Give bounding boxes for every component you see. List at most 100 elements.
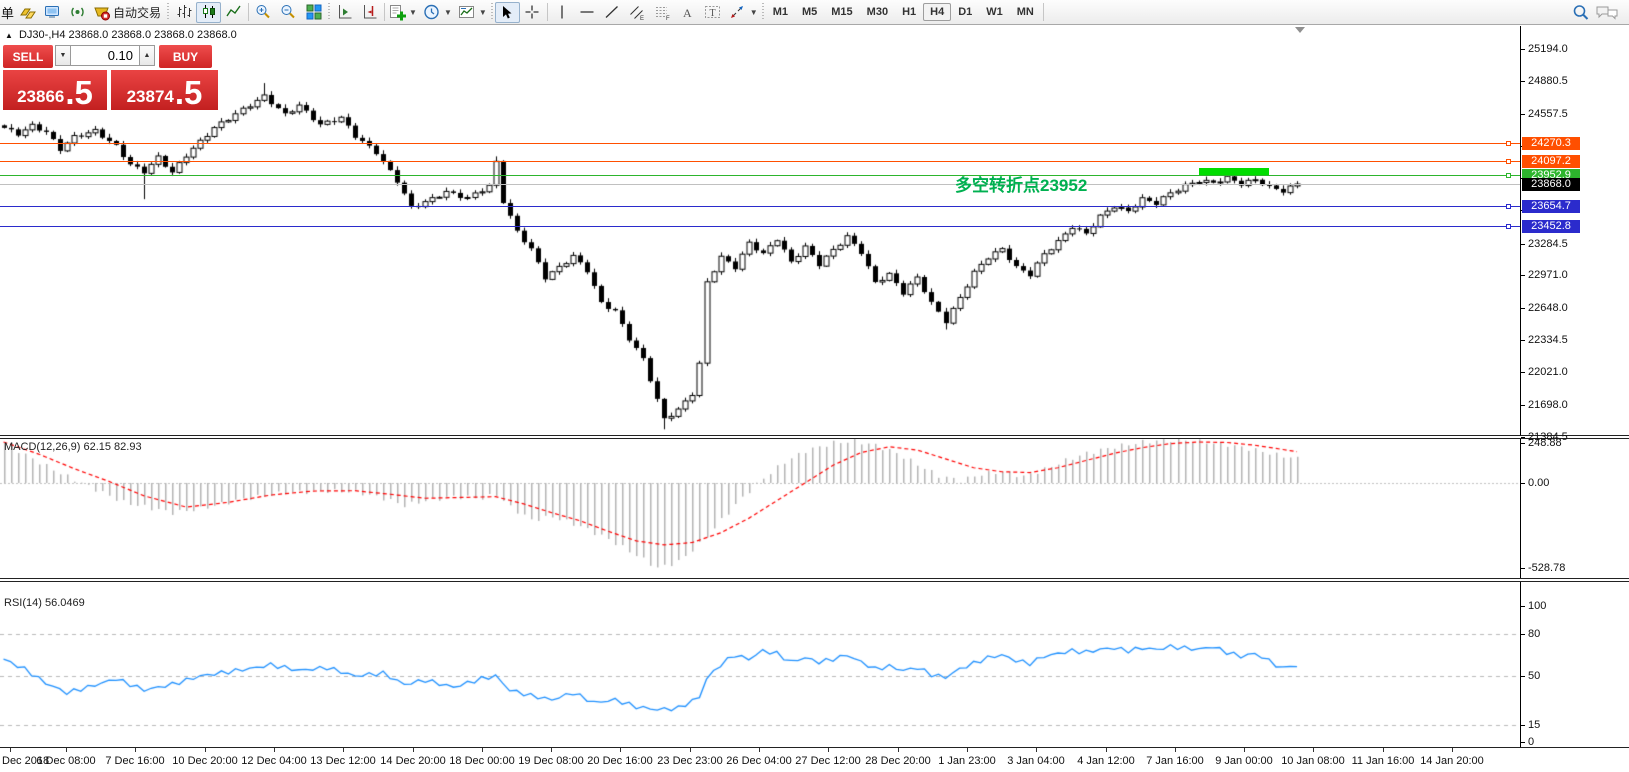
cursor-icon[interactable] [495,2,520,23]
date-axis-tick [690,748,691,752]
chat-icon[interactable] [1593,2,1621,23]
horizontal-line-icon[interactable] [575,2,600,23]
volume-input[interactable] [71,45,139,66]
date-axis-label: 1 Jan 23:00 [938,755,996,767]
tf-mn-button[interactable]: MN [1010,3,1041,21]
axis-tick-mark [1521,340,1525,341]
axis-tick-mark [1521,568,1525,569]
date-axis-tick [1244,748,1245,752]
tf-h1-button[interactable]: H1 [895,3,923,21]
date-axis-label: 19 Dec 08:00 [518,755,583,767]
horizontal-level-line[interactable] [0,226,1520,227]
horizontal-level-line[interactable] [0,161,1520,162]
date-axis-label: 14 Jan 20:00 [1420,755,1484,767]
new-order-partial-label[interactable]: 单 [1,3,15,22]
date-axis-border [0,747,1629,748]
text-label-icon[interactable]: T [700,2,725,23]
toolbar-separator [248,3,249,21]
axis-tick-mark [1521,437,1525,438]
buy-price-fraction: .5 [175,79,203,107]
dropdown-arrow-icon[interactable]: ▼ [750,8,758,17]
tf-d1-button[interactable]: D1 [951,3,979,21]
date-axis-label: 28 Dec 20:00 [865,755,930,767]
vertical-line-icon[interactable] [550,2,575,23]
axis-tick-mark [1521,606,1525,607]
dropdown-arrow-icon[interactable]: ▼ [479,8,487,17]
date-axis-tick [828,748,829,752]
bar-chart-icon[interactable] [171,2,196,23]
level-anchor-square[interactable] [1506,173,1511,178]
tf-w1-button[interactable]: W1 [979,3,1010,21]
axis-tick-label: 0.00 [1528,477,1549,489]
terminal-icon[interactable] [40,2,65,23]
date-axis-tick [1452,748,1453,752]
axis-tick-mark [1521,372,1525,373]
auto-scroll-icon[interactable] [332,2,357,23]
dropdown-arrow-icon[interactable]: ▼ [444,8,452,17]
zoom-out-icon[interactable] [276,2,301,23]
sell-price-button[interactable]: 23866 .5 [3,70,107,110]
date-axis-label: 20 Dec 16:00 [587,755,652,767]
date-axis-tick [274,748,275,752]
level-anchor-square[interactable] [1506,204,1511,209]
macd-indicator-canvas[interactable] [0,439,1521,577]
search-icon[interactable] [1568,2,1593,23]
buy-price-button[interactable]: 23874 .5 [111,70,218,110]
main-chart-canvas[interactable] [0,26,1521,438]
crosshair-icon[interactable] [520,2,545,23]
tf-h4-button[interactable]: H4 [923,3,951,21]
horizontal-level-line[interactable] [0,206,1520,207]
highlight-bar-drawing[interactable] [1199,168,1269,175]
axis-tick-label: 100 [1528,600,1546,612]
deposit-icon[interactable] [15,2,40,23]
zoom-in-icon[interactable] [251,2,276,23]
date-axis-tick [66,748,67,752]
add-indicator-icon[interactable] [387,2,409,23]
line-chart-icon[interactable] [221,2,246,23]
tf-m15-button[interactable]: M15 [824,3,859,21]
text-icon[interactable]: A [675,2,700,23]
date-axis-tick [10,748,11,752]
symbol-label: DJ30-,H4 [19,29,65,41]
templates-icon[interactable] [454,2,479,23]
chart-shift-icon[interactable] [357,2,382,23]
volume-increase-button[interactable]: ▲ [139,45,155,66]
fibonacci-icon[interactable]: F [650,2,675,23]
axis-tick-mark [1521,483,1525,484]
buy-button[interactable]: BUY [159,45,212,68]
sell-button[interactable]: SELL [3,45,53,68]
arrows-icon[interactable] [725,2,750,23]
level-anchor-square[interactable] [1506,159,1511,164]
axis-tick-label: 23284.5 [1528,238,1568,250]
candlestick-chart-icon[interactable] [196,2,221,23]
date-axis-tick [482,748,483,752]
annotation-text[interactable]: 多空转折点23952 [955,171,1087,196]
periods-icon[interactable] [419,2,444,23]
tf-m1-button[interactable]: M1 [766,3,795,21]
volume-decrease-button[interactable]: ▼ [55,45,71,66]
date-axis-tick [343,748,344,752]
equidistant-channel-icon[interactable]: E [625,2,650,23]
level-anchor-square[interactable] [1506,141,1511,146]
axis-tick-label: 22648.0 [1528,302,1568,314]
autotrade-label[interactable]: 自动交易 [113,4,161,21]
autotrade-icon[interactable] [90,2,112,23]
date-axis-label: 10 Dec 20:00 [172,755,237,767]
dropdown-arrow-icon[interactable]: ▼ [409,8,417,17]
pane-splitter-rsi[interactable] [0,578,1629,582]
tf-m5-button[interactable]: M5 [795,3,824,21]
chart-shift-marker[interactable] [1295,27,1305,33]
rsi-indicator-canvas[interactable] [0,582,1521,745]
horizontal-level-line[interactable] [0,143,1520,144]
date-axis-label: 7 Jan 16:00 [1146,755,1204,767]
tile-windows-icon[interactable] [301,2,326,23]
trendline-icon[interactable] [600,2,625,23]
pane-splitter-macd[interactable] [0,435,1629,439]
horizontal-level-line[interactable] [0,175,1520,176]
level-anchor-square[interactable] [1506,224,1511,229]
tf-m30-button[interactable]: M30 [860,3,895,21]
axis-tick-mark [1521,634,1525,635]
signal-icon[interactable] [65,2,90,23]
current-price-line[interactable] [0,184,1520,185]
level-price-badge: 24270.3 [1522,137,1580,150]
